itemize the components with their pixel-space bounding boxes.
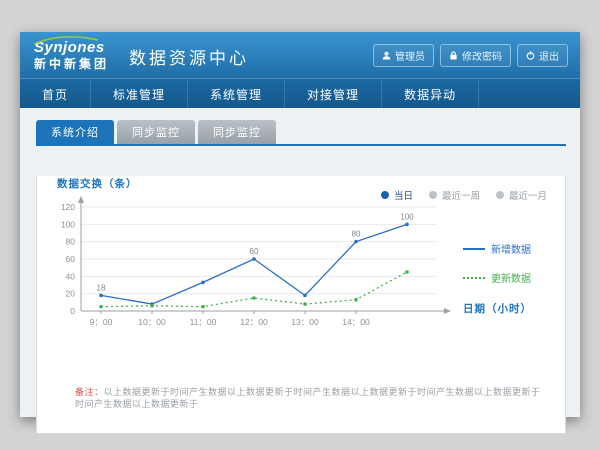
change-password-label: 修改密码 <box>462 48 502 63</box>
chart-panel: 当日 最近一周 最近一月 数据交换（条） 0204060801001209：00… <box>36 176 566 434</box>
tab-system-intro[interactable]: 系统介绍 <box>36 120 114 144</box>
svg-text:100: 100 <box>61 219 75 229</box>
app-window: Synjones 新中新集团 数据资源中心 管理员 修改密码 退出 首页 标准管… <box>20 32 580 417</box>
admin-user-button[interactable]: 管理员 <box>373 44 434 67</box>
footnote: 备注：以上数据更新于时间产生数据以上数据更新于时间产生数据以上数据更新于时间产生… <box>75 386 543 411</box>
svg-text:80: 80 <box>66 237 76 247</box>
nav-item-home[interactable]: 首页 <box>20 79 91 109</box>
main-nav: 首页 标准管理 系统管理 对接管理 数据异动 <box>20 78 580 109</box>
filter-dot-icon <box>496 191 504 199</box>
footnote-prefix: 备注： <box>75 387 104 397</box>
page-title: 数据资源中心 <box>129 44 249 69</box>
header: Synjones 新中新集团 数据资源中心 管理员 修改密码 退出 <box>20 32 580 78</box>
filter-last-month[interactable]: 最近一月 <box>496 188 547 202</box>
svg-text:12：00: 12：00 <box>240 317 268 327</box>
x-axis-title: 日期（小时） <box>463 301 549 316</box>
svg-text:60: 60 <box>66 254 76 264</box>
user-icon <box>382 51 391 60</box>
lock-icon <box>449 51 458 60</box>
nav-item-data-change[interactable]: 数据异动 <box>382 79 479 109</box>
solid-line-icon <box>463 248 485 250</box>
logo-company-text: 新中新集团 <box>34 58 109 70</box>
legend-new-data-label: 新增数据 <box>491 241 531 256</box>
svg-text:11：00: 11：00 <box>190 317 217 327</box>
logo-swoosh-icon <box>32 36 102 46</box>
footnote-text: 以上数据更新于时间产生数据以上数据更新于时间产生数据以上数据更新于时间产生数据以… <box>75 387 541 410</box>
logout-label: 退出 <box>539 48 559 63</box>
svg-text:14：00: 14：00 <box>342 317 370 327</box>
line-chart: 0 20 40 60 80 100 120 9：00 10：00 11：00 12：00 13：00 1… <box>45 193 457 343</box>
svg-text:60: 60 <box>250 247 259 256</box>
svg-text:10：00: 10：00 <box>138 317 166 327</box>
content-area: 系统介绍 同步监控 同步监控 当日 最近一周 最近一月 数据交换（条） <box>20 108 580 417</box>
legend-new-data[interactable]: 新增数据 <box>463 241 549 256</box>
dotted-line-icon <box>463 277 485 279</box>
filter-dot-icon <box>381 191 389 199</box>
admin-user-label: 管理员 <box>395 48 425 63</box>
svg-text:100: 100 <box>400 212 414 221</box>
svg-text:40: 40 <box>66 271 76 281</box>
nav-item-system-mgmt[interactable]: 系统管理 <box>188 79 285 109</box>
filter-dot-icon <box>429 191 437 199</box>
tab-sync-monitor-1[interactable]: 同步监控 <box>117 120 195 144</box>
filter-last-week-label: 最近一周 <box>442 188 480 202</box>
filter-last-month-label: 最近一月 <box>509 188 547 202</box>
nav-item-connect-mgmt[interactable]: 对接管理 <box>285 79 382 109</box>
filter-last-week[interactable]: 最近一周 <box>429 188 480 202</box>
brand-logo: Synjones 新中新集团 <box>34 40 109 70</box>
header-actions: 管理员 修改密码 退出 <box>373 44 568 67</box>
legend-update-data-label: 更新数据 <box>491 270 531 285</box>
filter-today-label: 当日 <box>394 188 413 202</box>
power-icon <box>526 51 535 60</box>
svg-text:13：00: 13：00 <box>291 317 319 327</box>
svg-text:20: 20 <box>66 289 76 299</box>
chart-row: 0 20 40 60 80 100 120 9：00 10：00 11：00 12：00 13：00 1… <box>45 193 565 343</box>
svg-text:9：00: 9：00 <box>90 317 113 327</box>
tab-strip: 系统介绍 同步监控 同步监控 <box>36 120 566 146</box>
nav-item-standard-mgmt[interactable]: 标准管理 <box>91 79 188 109</box>
svg-text:120: 120 <box>61 202 75 212</box>
series-legend: 新增数据 更新数据 日期（小时） <box>463 241 549 343</box>
svg-text:80: 80 <box>352 230 361 239</box>
logout-button[interactable]: 退出 <box>517 44 568 67</box>
time-filter-legend: 当日 最近一周 最近一月 <box>381 188 547 202</box>
svg-text:18: 18 <box>97 283 106 292</box>
tab-sync-monitor-2[interactable]: 同步监控 <box>198 120 276 144</box>
svg-text:0: 0 <box>70 306 75 316</box>
filter-today[interactable]: 当日 <box>381 188 413 202</box>
change-password-button[interactable]: 修改密码 <box>440 44 511 67</box>
legend-update-data[interactable]: 更新数据 <box>463 270 549 285</box>
